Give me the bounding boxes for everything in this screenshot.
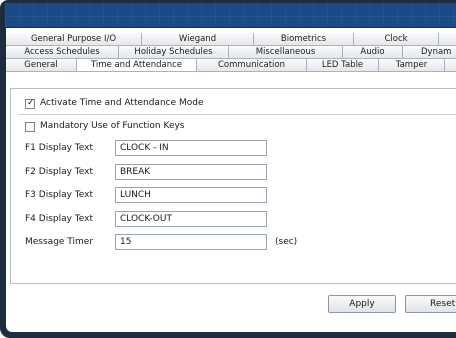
tab-general[interactable]: General	[6, 59, 76, 71]
activate-checkbox[interactable]: ✓	[25, 98, 35, 109]
tab-overflow-1[interactable]	[438, 33, 456, 45]
f3-display-text-input[interactable]	[115, 187, 267, 203]
time-attendance-form: ✓ Activate Time and Attendance Mode Mand…	[10, 88, 456, 284]
tab-clock[interactable]: Clock	[353, 33, 438, 45]
tab-tamper[interactable]: Tamper	[378, 59, 444, 71]
f1-label: F1 Display Text	[25, 143, 94, 153]
apply-button[interactable]: Apply	[328, 295, 396, 313]
tab-holiday-schedules[interactable]: Holiday Schedules	[118, 46, 228, 58]
tab-row-3: General Time and Attendance Communicatio…	[6, 59, 456, 72]
title-bar	[5, 3, 456, 27]
activate-row[interactable]: ✓ Activate Time and Attendance Mode	[25, 97, 325, 113]
tab-biometrics[interactable]: Biometrics	[253, 33, 353, 45]
tab-row-1: General Purpose I/O Wiegand Biometrics C…	[6, 33, 456, 46]
mandatory-row[interactable]: Mandatory Use of Function Keys	[25, 120, 325, 136]
tab-audio[interactable]: Audio	[342, 46, 402, 58]
f1-display-text-input[interactable]	[115, 140, 267, 156]
tab-row-2: Access Schedules Holiday Schedules Misce…	[6, 46, 456, 59]
tab-miscellaneous[interactable]: Miscellaneous	[228, 46, 342, 58]
f4-display-text-input[interactable]	[115, 211, 267, 227]
message-timer-input[interactable]	[115, 234, 267, 250]
check-mark-icon: ✓	[27, 98, 35, 108]
tab-led-table[interactable]: LED Table	[306, 59, 378, 71]
f3-label: F3 Display Text	[25, 190, 94, 200]
message-timer-label: Message Timer	[25, 237, 94, 247]
timer-unit-label: (sec)	[275, 237, 298, 247]
mandatory-label: Mandatory Use of Function Keys	[40, 121, 185, 131]
f4-label: F4 Display Text	[25, 214, 94, 224]
settings-panel: General Purpose I/O Wiegand Biometrics C…	[6, 28, 456, 332]
f2-display-text-input[interactable]	[115, 164, 267, 180]
tab-dynam[interactable]: Dynam	[402, 46, 456, 58]
f2-label: F2 Display Text	[25, 167, 94, 177]
tab-access-schedules[interactable]: Access Schedules	[6, 46, 118, 58]
mandatory-checkbox[interactable]	[25, 122, 35, 132]
tab-general-purpose-io[interactable]: General Purpose I/O	[6, 33, 141, 45]
window-frame: General Purpose I/O Wiegand Biometrics C…	[0, 0, 456, 338]
reset-button[interactable]: Reset	[405, 295, 456, 313]
tab-time-and-attendance[interactable]: Time and Attendance	[76, 59, 196, 71]
tab-overflow-3[interactable]	[444, 59, 456, 71]
tab-wiegand[interactable]: Wiegand	[141, 33, 253, 45]
activate-label: Activate Time and Attendance Mode	[40, 98, 204, 108]
divider	[19, 114, 456, 115]
tab-communication[interactable]: Communication	[196, 59, 306, 71]
